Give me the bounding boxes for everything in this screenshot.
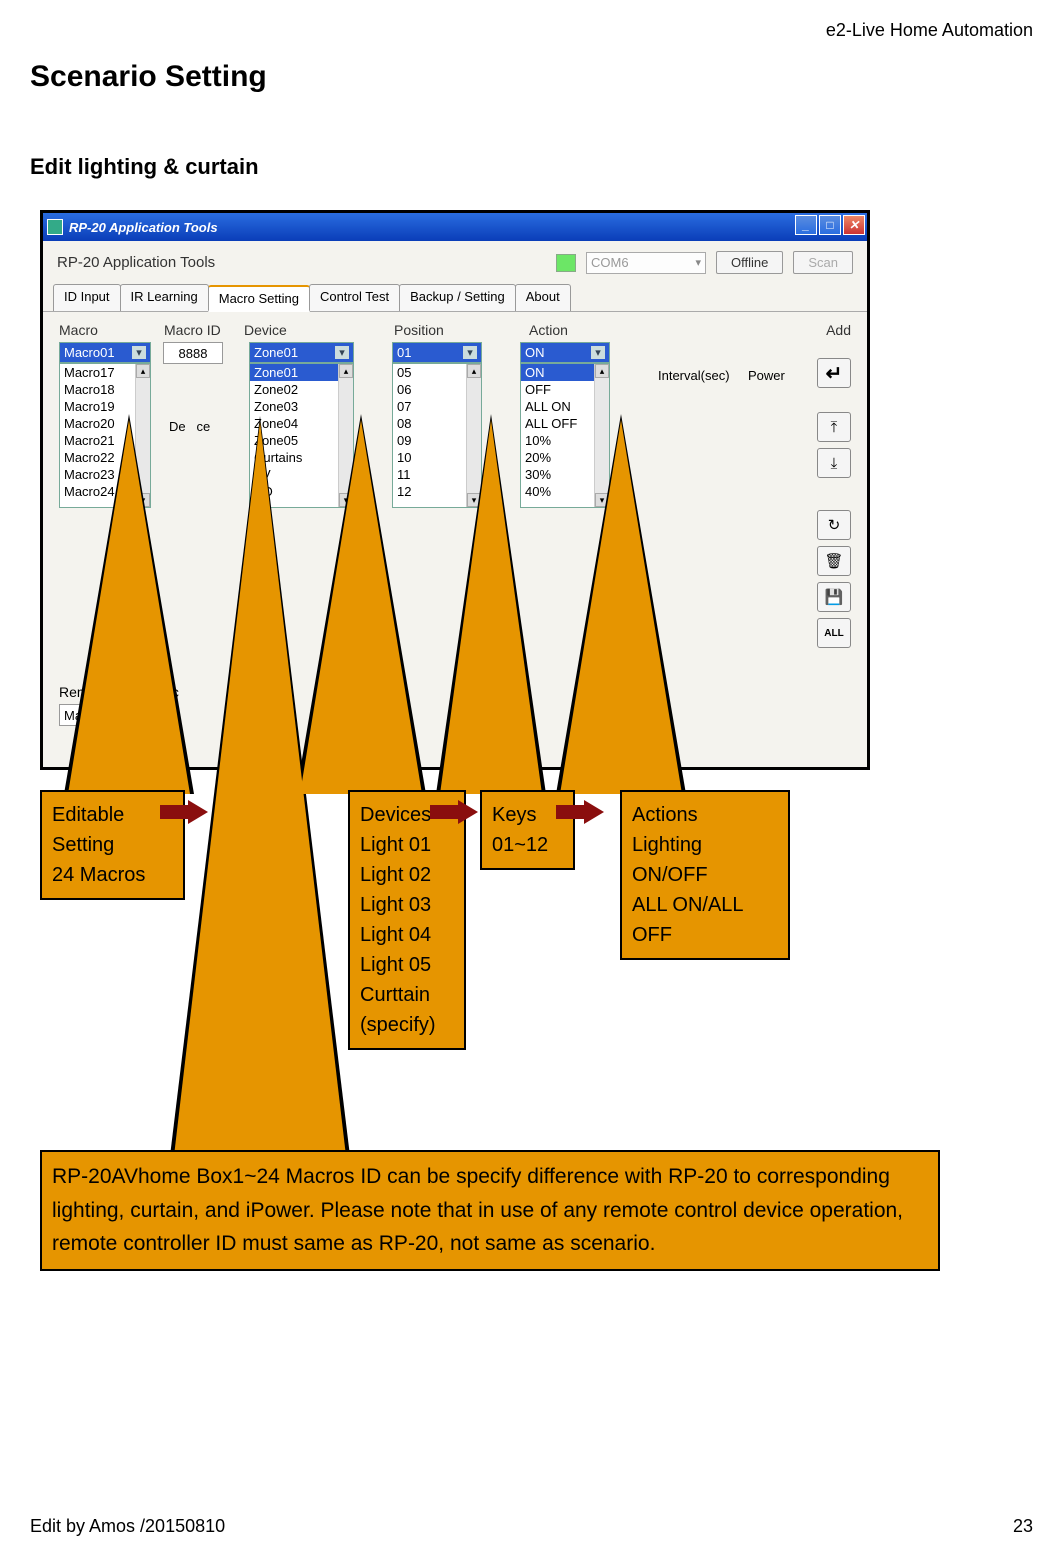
footer-page-number: 23: [1013, 1516, 1033, 1537]
tab-control-test[interactable]: Control Test: [309, 284, 400, 311]
save-all-button[interactable]: ALL: [817, 618, 851, 648]
action-selected: ON: [525, 345, 545, 360]
callout-devices: Devices Light 01 Light 02 Light 03 Light…: [348, 790, 466, 1050]
chevron-down-icon: ▾: [335, 346, 349, 359]
position-select[interactable]: 01 ▾: [392, 342, 482, 363]
label-macro-id: Macro ID: [164, 322, 244, 338]
position-listbox[interactable]: 05 06 07 08 09 10 11 12 ▴▾: [392, 363, 482, 508]
callout-bottom-note: RP-20AVhome Box1~24 Macros ID can be spe…: [40, 1150, 940, 1271]
label-device: Device: [244, 322, 394, 338]
scroll-up-icon[interactable]: ▴: [339, 364, 353, 378]
callout-line: ALL ON/ALL: [632, 890, 778, 920]
callout-line: (specify): [360, 1010, 454, 1040]
com-port-value: COM6: [591, 255, 629, 270]
app-toolbar: RP-20 Application Tools COM6 ▾ Offline S…: [43, 241, 867, 284]
callout-line: ON/OFF: [632, 860, 778, 890]
titlebar: RP-20 Application Tools _ □ ✕: [43, 213, 867, 241]
move-bottom-button[interactable]: ⤓: [817, 448, 851, 478]
scroll-up-icon[interactable]: ▴: [595, 364, 609, 378]
chevron-down-icon: ▾: [591, 346, 605, 359]
chevron-down-icon: ▾: [463, 346, 477, 359]
section-title: Edit lighting & curtain: [30, 154, 1033, 180]
label-position: Position: [394, 322, 529, 338]
tab-macro-setting[interactable]: Macro Setting: [208, 285, 310, 312]
macro-id-input[interactable]: [163, 342, 223, 364]
device-selected: Zone01: [254, 345, 298, 360]
tabs: ID Input IR Learning Macro Setting Contr…: [43, 284, 867, 312]
device-select[interactable]: Zone01 ▾: [249, 342, 354, 363]
chevron-down-icon: ▾: [132, 346, 146, 359]
move-top-button[interactable]: ⤒: [817, 412, 851, 442]
minimize-button[interactable]: _: [795, 215, 817, 235]
scroll-up-icon[interactable]: ▴: [136, 364, 150, 378]
callout-line: Light 03: [360, 890, 454, 920]
arrow-icon: [160, 800, 210, 824]
add-button[interactable]: ↵: [817, 358, 851, 388]
callout-line: OFF: [632, 920, 778, 950]
scan-button[interactable]: Scan: [793, 251, 853, 274]
tab-backup-setting[interactable]: Backup / Setting: [399, 284, 516, 311]
callout-line: Setting: [52, 830, 173, 860]
header-product: e2-Live Home Automation: [826, 20, 1033, 41]
save-button[interactable]: 💾: [817, 582, 851, 612]
callout-line: Lighting: [632, 830, 778, 860]
arrow-icon: [556, 800, 606, 824]
maximize-button[interactable]: □: [819, 215, 841, 235]
callout-line: Actions: [632, 800, 778, 830]
grid-label-de: De: [169, 419, 186, 434]
label-macro: Macro: [59, 322, 164, 338]
macro-selected: Macro01: [64, 345, 115, 360]
delete-button[interactable]: 🗑: [817, 546, 851, 576]
position-selected: 01: [397, 345, 411, 360]
close-button[interactable]: ✕: [843, 215, 865, 235]
callout-line: Editable: [52, 800, 173, 830]
callout-actions: Actions Lighting ON/OFF ALL ON/ALL OFF: [620, 790, 790, 960]
callout-line: Light 02: [360, 860, 454, 890]
macro-select[interactable]: Macro01 ▾: [59, 342, 151, 363]
offline-button[interactable]: Offline: [716, 251, 783, 274]
chevron-down-icon: ▾: [695, 256, 701, 269]
app-label: RP-20 Application Tools: [57, 254, 215, 271]
status-indicator: [556, 254, 576, 272]
footer-author: Edit by Amos /20150810: [30, 1516, 225, 1537]
window-title: RP-20 Application Tools: [69, 220, 218, 235]
callout-line: Light 05: [360, 950, 454, 980]
scroll-up-icon[interactable]: ▴: [467, 364, 481, 378]
callout-line: Light 04: [360, 920, 454, 950]
callout-line: Curttain: [360, 980, 454, 1010]
callout-line: Light 01: [360, 830, 454, 860]
grid-header-power: Power: [748, 368, 818, 383]
refresh-button[interactable]: ↻: [817, 510, 851, 540]
callout-line: Keys: [492, 800, 563, 830]
grid-header-interval: Interval(sec): [658, 368, 748, 383]
label-add: Add: [826, 322, 851, 338]
label-action: Action: [529, 322, 679, 338]
action-select[interactable]: ON ▾: [520, 342, 610, 363]
tab-id-input[interactable]: ID Input: [53, 284, 121, 311]
arrow-icon: [430, 800, 480, 824]
page-title: Scenario Setting: [30, 60, 1033, 94]
grid-label-ce: ce: [196, 419, 210, 434]
tab-ir-learning[interactable]: IR Learning: [120, 284, 209, 311]
tab-about[interactable]: About: [515, 284, 571, 311]
callout-line: 01~12: [492, 830, 563, 860]
action-listbox[interactable]: ON OFF ALL ON ALL OFF 10% 20% 30% 40% ▴▾: [520, 363, 610, 508]
app-icon: [47, 219, 63, 235]
com-port-select[interactable]: COM6 ▾: [586, 252, 706, 274]
callout-line: 24 Macros: [52, 860, 173, 890]
